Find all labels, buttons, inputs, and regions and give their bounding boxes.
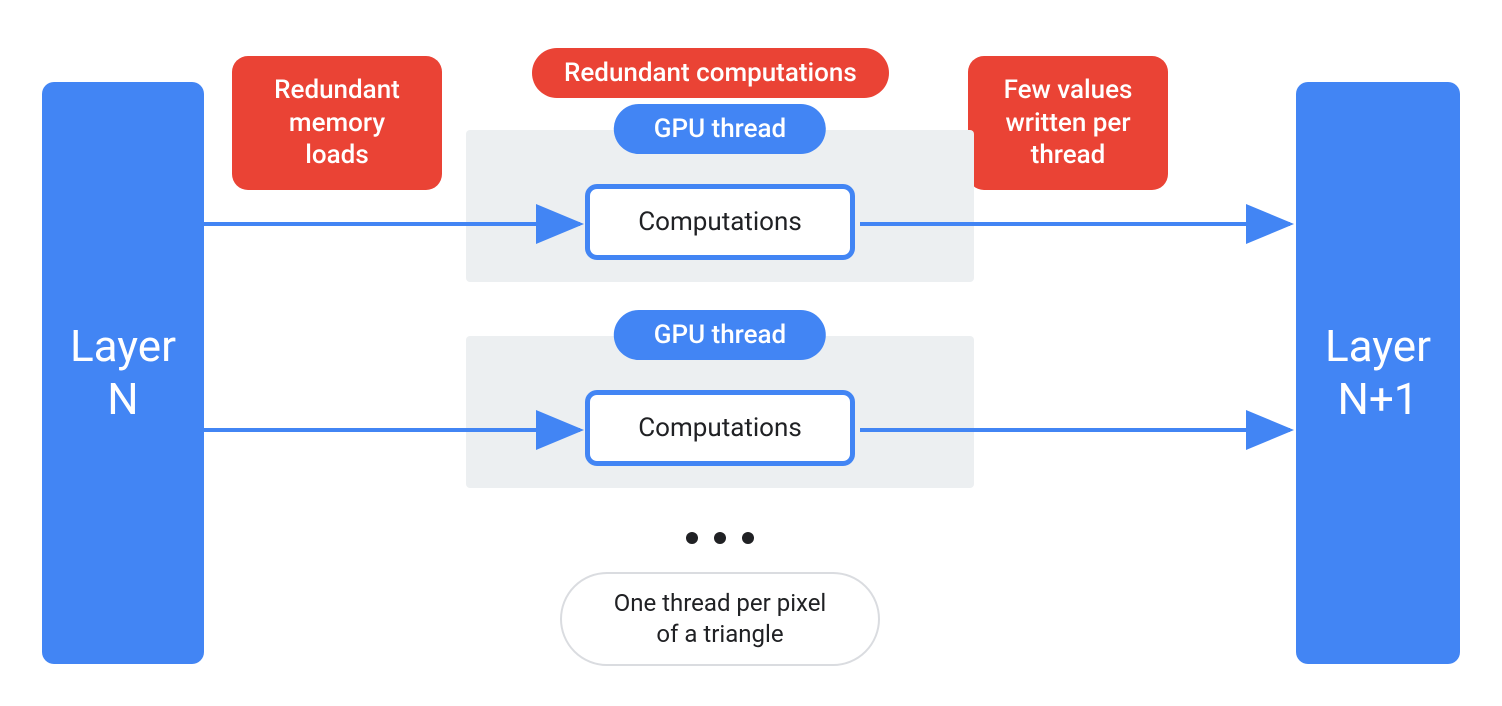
layer-n-box: Layer N: [42, 82, 204, 664]
redundant-computations-text: Redundant computations: [564, 58, 857, 88]
redundant-memory-loads-text: Redundant memory loads: [274, 75, 400, 170]
thread-group-1: GPU thread Computations: [466, 130, 974, 282]
computations-box-2: Computations: [585, 390, 855, 466]
few-values-text: Few values written per thread: [1004, 75, 1133, 170]
computations-text-2: Computations: [638, 413, 802, 443]
gpu-thread-pill-1: GPU thread: [614, 104, 826, 154]
thread-group-2: GPU thread Computations: [466, 336, 974, 488]
few-values-label: Few values written per thread: [968, 56, 1168, 190]
redundant-memory-loads-label: Redundant memory loads: [232, 56, 442, 190]
ellipsis-dots: [686, 532, 754, 544]
dot-icon: [742, 532, 754, 544]
layer-n1-label: Layer N+1: [1325, 320, 1431, 426]
gpu-thread-pill-2: GPU thread: [614, 310, 826, 360]
dot-icon: [714, 532, 726, 544]
layer-n-label: Layer N: [70, 320, 176, 426]
computations-box-1: Computations: [585, 184, 855, 260]
gpu-thread-text-1: GPU thread: [654, 114, 786, 144]
computations-text-1: Computations: [638, 207, 802, 237]
gpu-thread-text-2: GPU thread: [654, 320, 786, 350]
redundant-computations-label: Redundant computations: [532, 48, 889, 98]
dot-icon: [686, 532, 698, 544]
layer-n1-box: Layer N+1: [1296, 82, 1460, 664]
caption-pill: One thread per pixel of a triangle: [560, 572, 880, 666]
caption-text: One thread per pixel of a triangle: [614, 589, 827, 648]
